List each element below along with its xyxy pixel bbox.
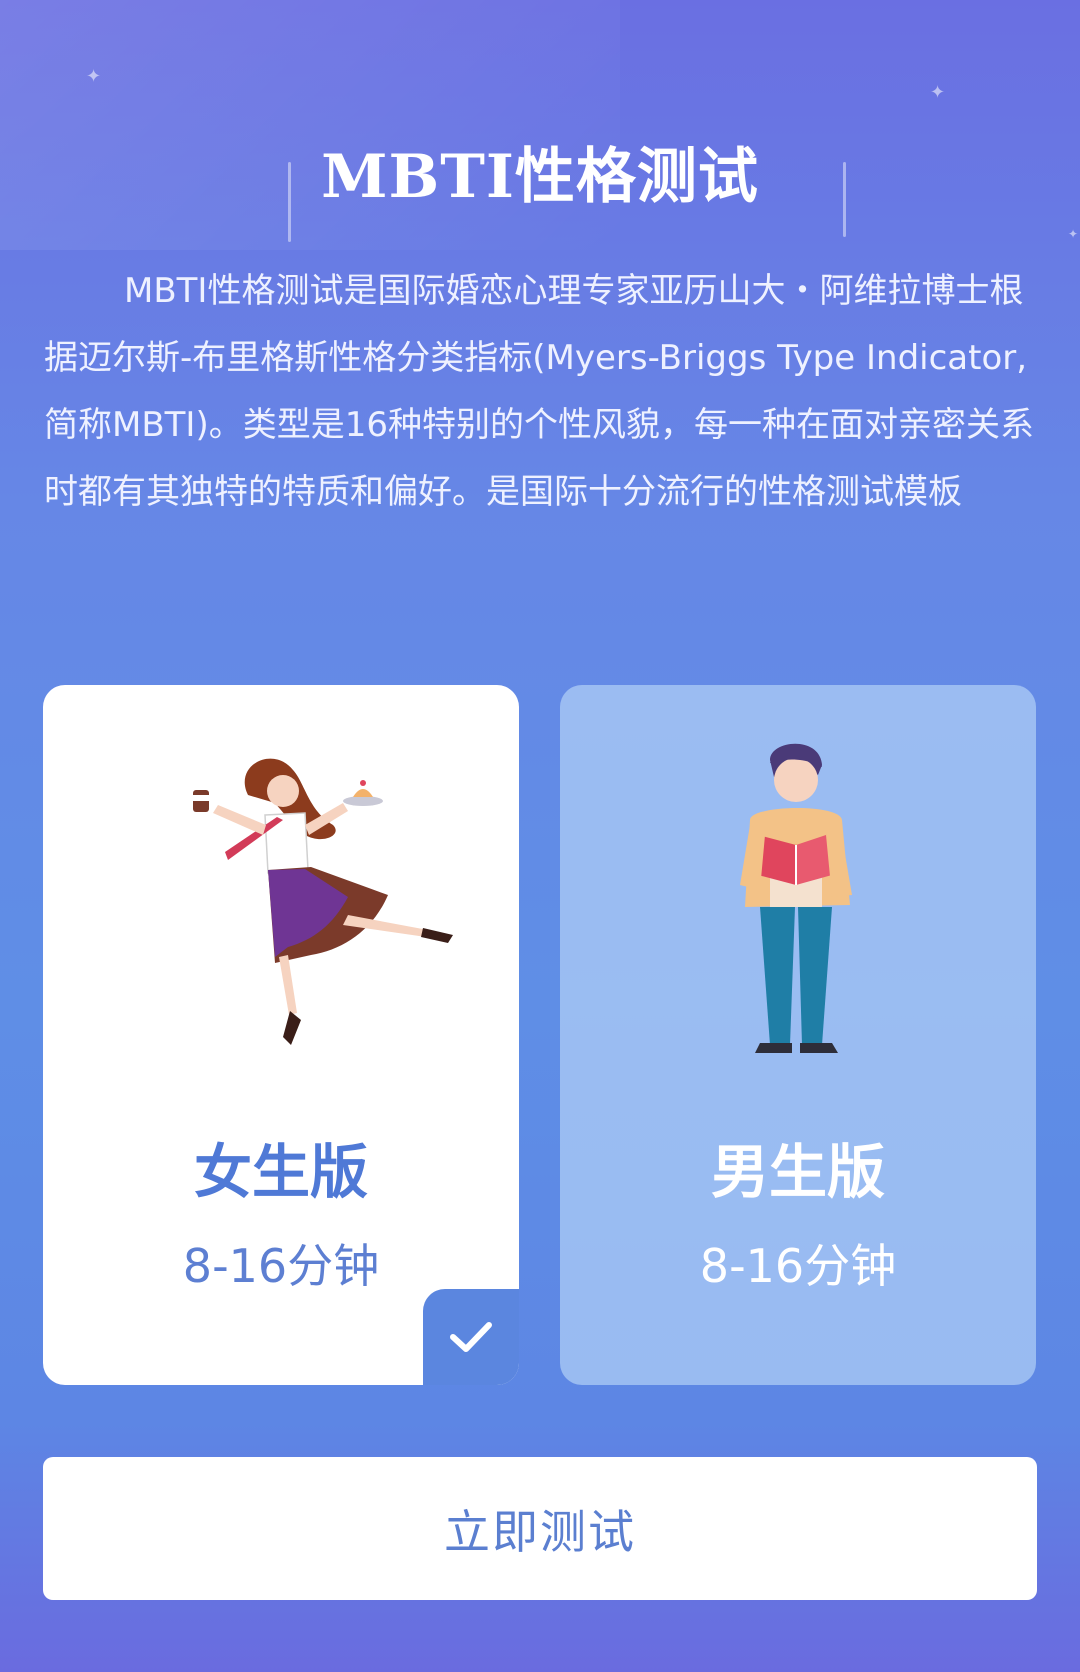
star-decoration-icon: ✦ bbox=[1068, 227, 1079, 241]
card-title: 男生版 bbox=[710, 1138, 885, 1206]
intro-text: MBTI性格测试是国际婚恋心理专家亚历山大・阿维拉博士根据迈尔斯-布里格斯性格分… bbox=[44, 271, 1034, 512]
card-title: 女生版 bbox=[193, 1138, 368, 1206]
male-illustration-icon bbox=[740, 743, 852, 1053]
star-decoration-icon: ✦ bbox=[86, 66, 102, 87]
card-duration: 8-16分钟 bbox=[699, 1239, 897, 1293]
female-version-card[interactable]: 女生版 8-16分钟 bbox=[43, 685, 519, 1385]
check-icon bbox=[450, 1322, 492, 1352]
star-decoration-icon: ✦ bbox=[930, 82, 946, 103]
male-version-card[interactable]: 男生版 8-16分钟 bbox=[560, 685, 1036, 1385]
page-title: MBTI性格测试 bbox=[321, 142, 759, 212]
selected-check-badge bbox=[423, 1289, 519, 1385]
card-duration: 8-16分钟 bbox=[182, 1239, 380, 1293]
start-test-button[interactable]: 立即测试 bbox=[43, 1457, 1037, 1600]
female-illustration-icon bbox=[193, 758, 453, 1045]
